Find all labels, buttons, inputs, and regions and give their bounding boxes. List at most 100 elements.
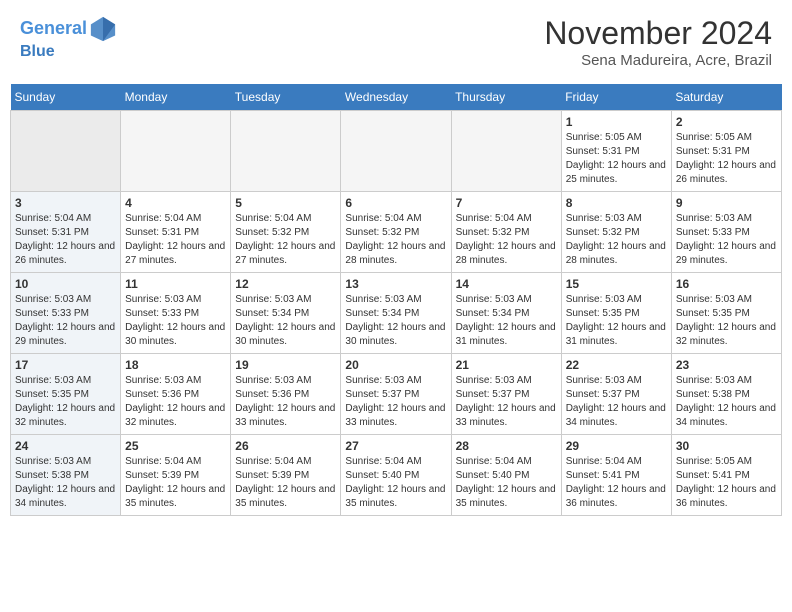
day-info: Sunrise: 5:03 AMSunset: 5:34 PMDaylight:… bbox=[235, 293, 336, 349]
day-info: Sunrise: 5:03 AMSunset: 5:33 PMDaylight:… bbox=[15, 293, 116, 349]
calendar-cell: 23 Sunrise: 5:03 AMSunset: 5:38 PMDayligh… bbox=[671, 354, 781, 435]
day-info: Sunrise: 5:03 AMSunset: 5:36 PMDaylight:… bbox=[235, 374, 336, 430]
calendar-cell bbox=[231, 111, 341, 192]
day-number: 4 bbox=[125, 196, 226, 210]
calendar-cell: 11 Sunrise: 5:03 AMSunset: 5:33 PMDayligh… bbox=[121, 273, 231, 354]
day-number: 7 bbox=[456, 196, 557, 210]
calendar-cell: 29 Sunrise: 5:04 AMSunset: 5:41 PMDayligh… bbox=[561, 435, 671, 516]
calendar-cell: 7 Sunrise: 5:04 AMSunset: 5:32 PMDaylight… bbox=[451, 192, 561, 273]
day-number: 27 bbox=[345, 439, 446, 453]
logo-text: General bbox=[20, 15, 117, 43]
calendar-cell: 1 Sunrise: 5:05 AMSunset: 5:31 PMDaylight… bbox=[561, 111, 671, 192]
day-number: 14 bbox=[456, 277, 557, 291]
calendar-cell: 2 Sunrise: 5:05 AMSunset: 5:31 PMDaylight… bbox=[671, 111, 781, 192]
weekday-header: Thursday bbox=[451, 84, 561, 111]
day-number: 6 bbox=[345, 196, 446, 210]
calendar-cell: 21Sunrise: 5:03 AMSunset: 5:37 PMDayligh… bbox=[451, 354, 561, 435]
day-info: Sunrise: 5:03 AMSunset: 5:35 PMDaylight:… bbox=[15, 374, 116, 430]
calendar-week-row: 3 Sunrise: 5:04 AMSunset: 5:31 PMDaylight… bbox=[11, 192, 782, 273]
day-info: Sunrise: 5:03 AMSunset: 5:35 PMDaylight:… bbox=[676, 293, 777, 349]
day-number: 29 bbox=[566, 439, 667, 453]
day-number: 19 bbox=[235, 358, 336, 372]
day-number: 5 bbox=[235, 196, 336, 210]
calendar-cell: 26 Sunrise: 5:04 AMSunset: 5:39 PMDayligh… bbox=[231, 435, 341, 516]
logo: General Blue bbox=[20, 15, 117, 61]
calendar-cell: 30Sunrise: 5:05 AMSunset: 5:41 PMDayligh… bbox=[671, 435, 781, 516]
day-number: 16 bbox=[676, 277, 777, 291]
calendar-week-row: 17 Sunrise: 5:03 AMSunset: 5:35 PMDayligh… bbox=[11, 354, 782, 435]
day-info: Sunrise: 5:05 AMSunset: 5:31 PMDaylight:… bbox=[676, 131, 777, 187]
day-number: 3 bbox=[15, 196, 116, 210]
day-info: Sunrise: 5:04 AMSunset: 5:39 PMDaylight:… bbox=[235, 455, 336, 511]
calendar-cell: 28Sunrise: 5:04 AMSunset: 5:40 PMDayligh… bbox=[451, 435, 561, 516]
day-number: 2 bbox=[676, 115, 777, 129]
calendar-cell: 15 Sunrise: 5:03 AMSunset: 5:35 PMDayligh… bbox=[561, 273, 671, 354]
weekday-header: Monday bbox=[121, 84, 231, 111]
day-number: 30 bbox=[676, 439, 777, 453]
day-number: 1 bbox=[566, 115, 667, 129]
day-info: Sunrise: 5:04 AMSunset: 5:31 PMDaylight:… bbox=[15, 212, 116, 268]
day-number: 26 bbox=[235, 439, 336, 453]
calendar-cell: 22Sunrise: 5:03 AMSunset: 5:37 PMDayligh… bbox=[561, 354, 671, 435]
day-info: Sunrise: 5:03 AMSunset: 5:34 PMDaylight:… bbox=[345, 293, 446, 349]
day-number: 13 bbox=[345, 277, 446, 291]
calendar-cell: 13 Sunrise: 5:03 AMSunset: 5:34 PMDayligh… bbox=[341, 273, 451, 354]
day-number: 17 bbox=[15, 358, 116, 372]
day-number: 9 bbox=[676, 196, 777, 210]
day-number: 11 bbox=[125, 277, 226, 291]
calendar-week-row: 10 Sunrise: 5:03 AMSunset: 5:33 PMDayligh… bbox=[11, 273, 782, 354]
day-info: Sunrise: 5:03 AMSunset: 5:33 PMDaylight:… bbox=[676, 212, 777, 268]
day-info: Sunrise: 5:03 AMSunset: 5:37 PMDaylight:… bbox=[456, 374, 557, 430]
calendar-cell: 16 Sunrise: 5:03 AMSunset: 5:35 PMDayligh… bbox=[671, 273, 781, 354]
page-header: General Blue November 2024 Sena Madureir… bbox=[10, 10, 782, 74]
day-info: Sunrise: 5:04 AMSunset: 5:32 PMDaylight:… bbox=[456, 212, 557, 268]
location-title: Sena Madureira, Acre, Brazil bbox=[544, 52, 772, 69]
title-block: November 2024 Sena Madureira, Acre, Braz… bbox=[544, 15, 772, 69]
day-info: Sunrise: 5:04 AMSunset: 5:32 PMDaylight:… bbox=[235, 212, 336, 268]
weekday-header: Saturday bbox=[671, 84, 781, 111]
calendar-cell: 9 Sunrise: 5:03 AMSunset: 5:33 PMDaylight… bbox=[671, 192, 781, 273]
weekday-header: Tuesday bbox=[231, 84, 341, 111]
weekday-header: Sunday bbox=[11, 84, 121, 111]
calendar-cell: 27 Sunrise: 5:04 AMSunset: 5:40 PMDayligh… bbox=[341, 435, 451, 516]
day-number: 23 bbox=[676, 358, 777, 372]
calendar-cell: 14Sunrise: 5:03 AMSunset: 5:34 PMDayligh… bbox=[451, 273, 561, 354]
day-info: Sunrise: 5:03 AMSunset: 5:37 PMDaylight:… bbox=[566, 374, 667, 430]
calendar-cell bbox=[11, 111, 121, 192]
day-number: 28 bbox=[456, 439, 557, 453]
logo-text2: Blue bbox=[20, 43, 117, 61]
calendar-cell: 4 Sunrise: 5:04 AMSunset: 5:31 PMDaylight… bbox=[121, 192, 231, 273]
day-info: Sunrise: 5:04 AMSunset: 5:31 PMDaylight:… bbox=[125, 212, 226, 268]
calendar-cell: 3 Sunrise: 5:04 AMSunset: 5:31 PMDaylight… bbox=[11, 192, 121, 273]
calendar-cell: 25Sunrise: 5:04 AMSunset: 5:39 PMDayligh… bbox=[121, 435, 231, 516]
calendar-cell: 17 Sunrise: 5:03 AMSunset: 5:35 PMDayligh… bbox=[11, 354, 121, 435]
calendar-week-row: 1 Sunrise: 5:05 AMSunset: 5:31 PMDaylight… bbox=[11, 111, 782, 192]
day-info: Sunrise: 5:03 AMSunset: 5:33 PMDaylight:… bbox=[125, 293, 226, 349]
day-number: 20 bbox=[345, 358, 446, 372]
day-info: Sunrise: 5:03 AMSunset: 5:37 PMDaylight:… bbox=[345, 374, 446, 430]
calendar-cell: 18 Sunrise: 5:03 AMSunset: 5:36 PMDayligh… bbox=[121, 354, 231, 435]
month-title: November 2024 bbox=[544, 15, 772, 52]
day-info: Sunrise: 5:03 AMSunset: 5:32 PMDaylight:… bbox=[566, 212, 667, 268]
day-number: 10 bbox=[15, 277, 116, 291]
day-info: Sunrise: 5:03 AMSunset: 5:35 PMDaylight:… bbox=[566, 293, 667, 349]
day-number: 18 bbox=[125, 358, 226, 372]
day-number: 12 bbox=[235, 277, 336, 291]
day-info: Sunrise: 5:03 AMSunset: 5:38 PMDaylight:… bbox=[15, 455, 116, 511]
day-info: Sunrise: 5:03 AMSunset: 5:36 PMDaylight:… bbox=[125, 374, 226, 430]
calendar-cell bbox=[121, 111, 231, 192]
weekday-header: Friday bbox=[561, 84, 671, 111]
calendar-cell: 24 Sunrise: 5:03 AMSunset: 5:38 PMDayligh… bbox=[11, 435, 121, 516]
day-number: 24 bbox=[15, 439, 116, 453]
weekday-header: Wednesday bbox=[341, 84, 451, 111]
day-info: Sunrise: 5:04 AMSunset: 5:40 PMDaylight:… bbox=[345, 455, 446, 511]
day-number: 15 bbox=[566, 277, 667, 291]
day-info: Sunrise: 5:04 AMSunset: 5:32 PMDaylight:… bbox=[345, 212, 446, 268]
day-number: 8 bbox=[566, 196, 667, 210]
day-info: Sunrise: 5:03 AMSunset: 5:38 PMDaylight:… bbox=[676, 374, 777, 430]
calendar-cell bbox=[341, 111, 451, 192]
day-info: Sunrise: 5:04 AMSunset: 5:41 PMDaylight:… bbox=[566, 455, 667, 511]
day-info: Sunrise: 5:05 AMSunset: 5:31 PMDaylight:… bbox=[566, 131, 667, 187]
calendar-cell: 12 Sunrise: 5:03 AMSunset: 5:34 PMDayligh… bbox=[231, 273, 341, 354]
calendar-cell: 6 Sunrise: 5:04 AMSunset: 5:32 PMDaylight… bbox=[341, 192, 451, 273]
